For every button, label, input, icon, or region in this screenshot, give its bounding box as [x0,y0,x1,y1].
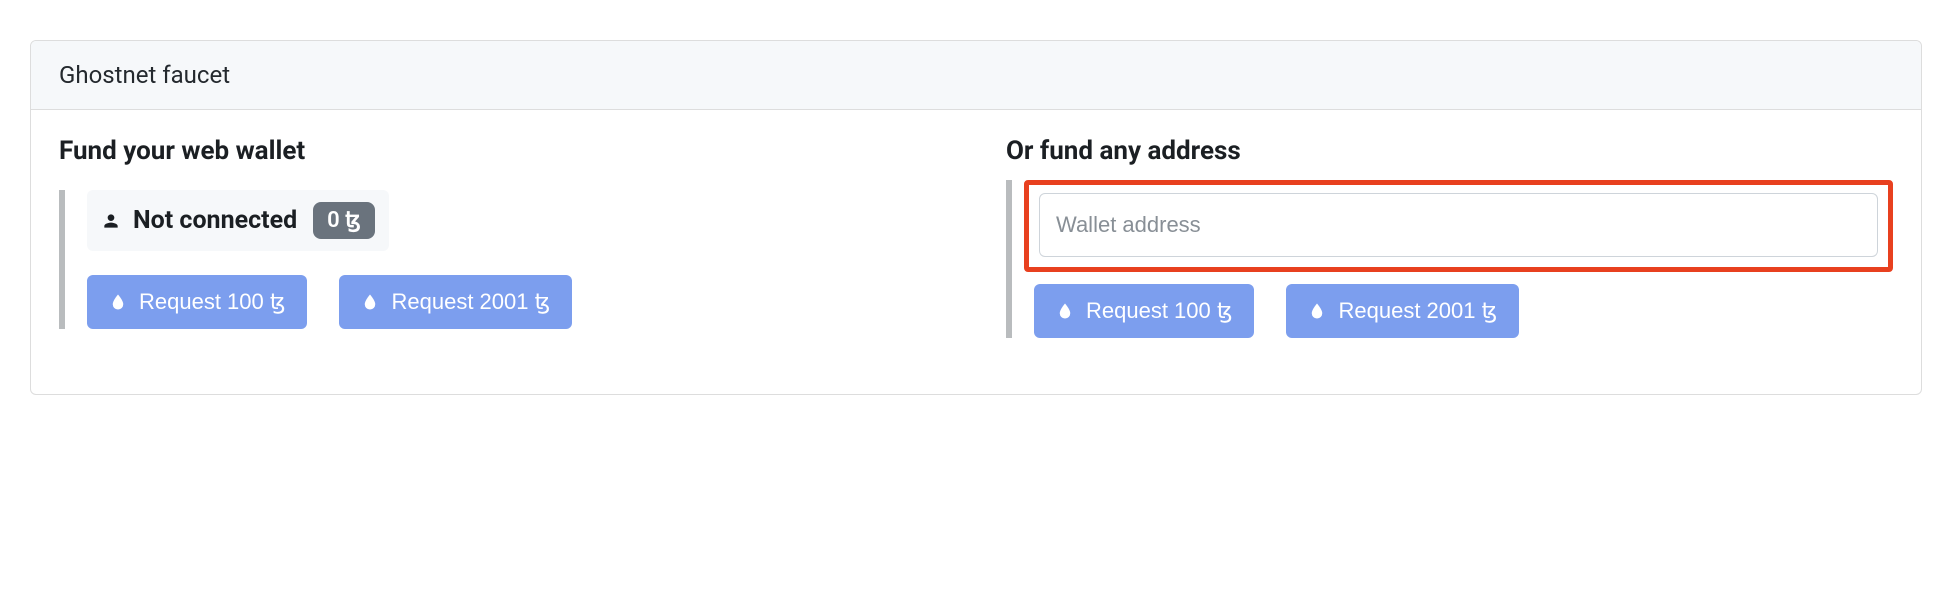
fund-wallet-section: Not connected 0 ꜩ Request 100 ꜩ [59,190,946,329]
button-label: Request 100 ꜩ [1086,298,1232,324]
wallet-address-input[interactable] [1039,193,1878,257]
wallet-status-text: Not connected [133,206,297,235]
drop-icon [1056,300,1074,322]
card-body: Fund your web wallet Not connected 0 ꜩ [31,110,1921,394]
fund-wallet-column: Fund your web wallet Not connected 0 ꜩ [59,136,946,338]
request-100-address-button[interactable]: Request 100 ꜩ [1034,284,1254,338]
fund-address-title: Or fund any address [1006,136,1893,166]
request-2001-button[interactable]: Request 2001 ꜩ [339,275,572,329]
input-highlight-box [1024,180,1893,272]
drop-icon [361,291,379,313]
button-label: Request 2001 ꜩ [391,289,550,315]
button-label: Request 100 ꜩ [139,289,285,315]
button-label: Request 2001 ꜩ [1338,298,1497,324]
address-button-row: Request 100 ꜩ Request 2001 ꜩ [1034,284,1893,338]
card-title: Ghostnet faucet [59,61,230,89]
wallet-status: Not connected [101,206,297,235]
wallet-status-row: Not connected 0 ꜩ [87,190,389,251]
card-header: Ghostnet faucet [31,41,1921,110]
fund-wallet-title: Fund your web wallet [59,136,946,166]
person-icon [101,211,121,231]
drop-icon [1308,300,1326,322]
balance-value: 0 ꜩ [327,208,361,233]
fund-address-column: Or fund any address Request 100 ꜩ [1006,136,1893,338]
balance-badge: 0 ꜩ [313,202,375,239]
request-100-button[interactable]: Request 100 ꜩ [87,275,307,329]
fund-address-section: Request 100 ꜩ Request 2001 ꜩ [1006,180,1893,338]
drop-icon [109,291,127,313]
request-2001-address-button[interactable]: Request 2001 ꜩ [1286,284,1519,338]
faucet-card: Ghostnet faucet Fund your web wallet Not… [30,40,1922,395]
wallet-button-row: Request 100 ꜩ Request 2001 ꜩ [87,275,946,329]
